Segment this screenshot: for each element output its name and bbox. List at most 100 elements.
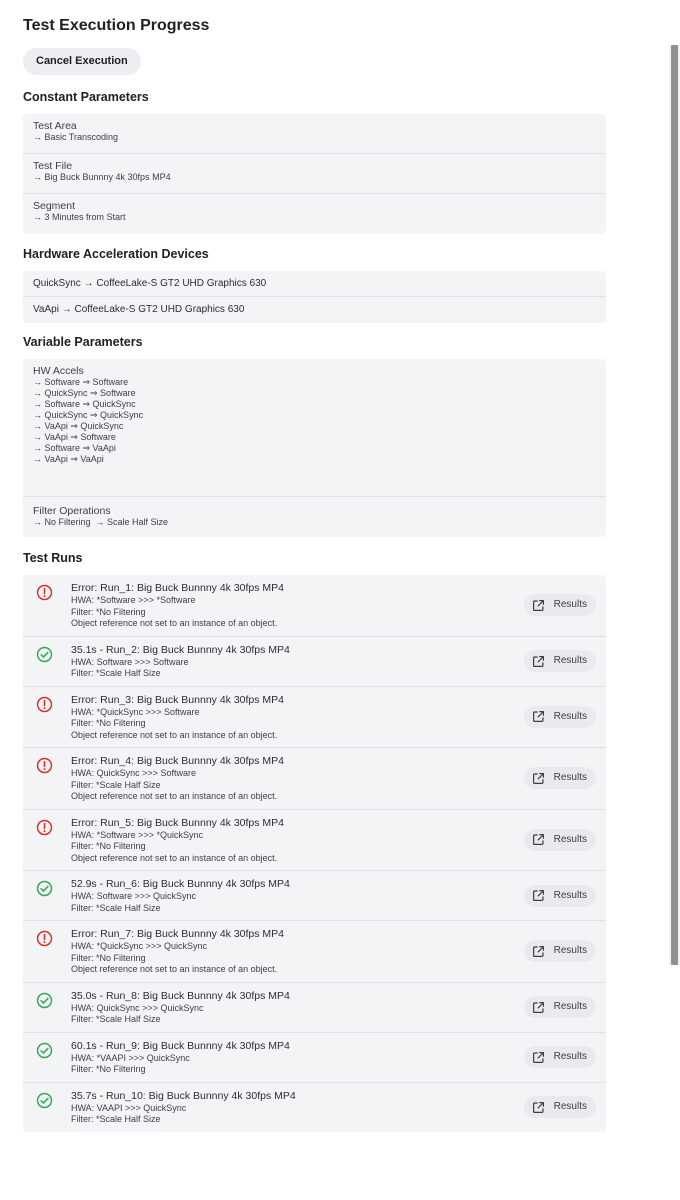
test-run-row: Error: Run_5: Big Buck Bunnny 4k 30fps M…: [23, 810, 606, 871]
cancel-execution-button[interactable]: Cancel Execution: [23, 48, 141, 75]
results-button-label: Results: [553, 889, 587, 901]
param-key: HW Accels: [33, 365, 84, 377]
results-button-label: Results: [553, 655, 587, 666]
results-button[interactable]: Results: [523, 828, 596, 851]
variable-parameters-card: HW Accels → Software ⇒ Software → QuickS…: [23, 359, 606, 537]
results-button[interactable]: Results: [523, 996, 596, 1018]
hw-accel-item: → Software ⇒ QuickSync: [33, 399, 136, 409]
test-execution-page: Test Execution Progress Cancel Execution…: [23, 0, 606, 1132]
run-title: Error: Run_3: Big Buck Bunnny 4k 30fps M…: [71, 693, 285, 706]
param-key: Test Area: [33, 120, 77, 132]
results-button[interactable]: Results: [523, 940, 596, 963]
error-icon: [36, 696, 53, 712]
param-hw-accels: HW Accels → Software ⇒ Software → QuickS…: [23, 359, 606, 497]
param-value: → Basic Transcoding: [33, 132, 119, 142]
open-external-icon: [532, 711, 544, 723]
success-check-icon: [36, 646, 53, 662]
test-run-row: 35.0s - Run_8: Big Buck Bunnny 4k 30fps …: [23, 983, 606, 1033]
open-external-icon: [532, 1051, 544, 1063]
run-title: Error: Run_4: Big Buck Bunnny 4k 30fps M…: [71, 755, 285, 767]
results-button-label: Results: [553, 772, 587, 784]
error-icon: [36, 584, 53, 601]
error-icon: [36, 819, 53, 835]
param-value: → Big Buck Bunnny 4k 30fps MP4: [33, 172, 171, 182]
run-filter: Filter: *Scale Half Size: [71, 902, 161, 913]
results-button[interactable]: Results: [523, 767, 596, 790]
run-filter: Filter: *Scale Half Size: [71, 1014, 161, 1024]
results-button-label: Results: [553, 945, 587, 957]
test-run-row: 35.7s - Run_10: Big Buck Bunnny 4k 30fps…: [23, 1083, 606, 1132]
param-test-file: Test File → Big Buck Bunnny 4k 30fps MP4: [23, 154, 606, 194]
hw-accel-item: → VaApi ⇒ QuickSync: [33, 421, 124, 431]
run-filter: Filter: *Scale Half Size: [71, 668, 161, 678]
hw-accel-item: → VaApi ⇒ Software: [33, 432, 116, 442]
open-external-icon: [532, 1001, 544, 1013]
test-run-row: Error: Run_3: Big Buck Bunnny 4k 30fps M…: [23, 687, 606, 748]
run-title: Error: Run_1: Big Buck Bunnny 4k 30fps M…: [71, 582, 285, 594]
constant-parameters-card: Test Area → Basic Transcoding Test File …: [23, 114, 606, 234]
scrollbar-thumb[interactable]: [671, 45, 678, 965]
device-vaapi: VaApi → CoffeeLake-S GT2 UHD Graphics 63…: [33, 304, 245, 315]
test-run-row: Error: Run_4: Big Buck Bunnny 4k 30fps M…: [23, 748, 606, 810]
hardware-devices-card: QuickSync → CoffeeLake-S GT2 UHD Graphic…: [23, 271, 606, 323]
results-button-label: Results: [553, 710, 587, 722]
results-button-label: Results: [553, 1001, 587, 1012]
results-button[interactable]: Results: [523, 705, 596, 728]
run-title: Error: Run_5: Big Buck Bunnny 4k 30fps M…: [71, 816, 285, 829]
test-run-row: 35.1s - Run_2: Big Buck Bunnny 4k 30fps …: [23, 637, 606, 687]
param-key: Filter Operations: [33, 505, 111, 517]
open-external-icon: [532, 1101, 544, 1113]
open-external-icon: [532, 890, 544, 901]
test-runs-list: Error: Run_1: Big Buck Bunnny 4k 30fps M…: [23, 575, 606, 1132]
results-button[interactable]: Results: [523, 1046, 596, 1068]
open-external-icon: [532, 772, 544, 784]
test-run-row: Error: Run_7: Big Buck Bunnny 4k 30fps M…: [23, 921, 606, 983]
hw-accel-item: → Software ⇒ Software: [33, 377, 129, 387]
success-check-icon: [36, 992, 53, 1008]
results-button[interactable]: Results: [523, 1096, 596, 1118]
hw-accel-item: → QuickSync ⇒ Software: [33, 388, 136, 398]
open-external-icon: [532, 945, 544, 957]
results-button-label: Results: [553, 833, 587, 845]
open-external-icon: [532, 599, 544, 611]
run-error-message: Object reference not set to an instance …: [71, 729, 278, 740]
param-value: → 3 Minutes from Start: [33, 212, 126, 222]
test-run-row: 60.1s - Run_9: Big Buck Bunnny 4k 30fps …: [23, 1033, 606, 1083]
error-icon: [36, 930, 53, 947]
param-key: Test File: [33, 160, 73, 172]
param-filter-operations: Filter Operations → No Filtering → Scale…: [23, 497, 606, 537]
success-check-icon: [36, 880, 53, 897]
hardware-devices-heading: Hardware Acceleration Devices: [23, 247, 209, 261]
param-value: → No Filtering → Scale Half Size: [33, 517, 169, 527]
test-runs-heading: Test Runs: [23, 551, 83, 565]
hw-accel-item: → VaApi ⇒ VaApi: [33, 454, 104, 464]
hw-accel-item: → Software ⇒ VaApi: [33, 443, 116, 453]
results-button-label: Results: [553, 599, 587, 611]
results-button[interactable]: Results: [523, 594, 596, 617]
open-external-icon: [532, 655, 544, 667]
run-filter: Filter: *No Filtering: [71, 1064, 146, 1074]
results-button[interactable]: Results: [523, 884, 596, 907]
run-error-message: Object reference not set to an instance …: [71, 791, 278, 801]
results-button-label: Results: [553, 1051, 587, 1062]
open-external-icon: [532, 834, 544, 846]
run-error-message: Object reference not set to an instance …: [71, 852, 278, 863]
test-run-row: Error: Run_1: Big Buck Bunnny 4k 30fps M…: [23, 575, 606, 637]
param-segment: Segment → 3 Minutes from Start: [23, 194, 606, 234]
run-error-message: Object reference not set to an instance …: [71, 964, 278, 974]
success-check-icon: [36, 1092, 53, 1108]
error-icon: [36, 757, 53, 774]
scrollbar[interactable]: [669, 45, 680, 965]
run-title: Error: Run_7: Big Buck Bunnny 4k 30fps M…: [71, 928, 285, 940]
test-run-row: 52.9s - Run_6: Big Buck Bunnny 4k 30fps …: [23, 871, 606, 921]
page-title: Test Execution Progress: [23, 17, 210, 34]
run-error-message: Object reference not set to an instance …: [71, 618, 278, 628]
success-check-icon: [36, 1042, 53, 1058]
variable-parameters-heading: Variable Parameters: [23, 335, 143, 349]
results-button[interactable]: Results: [523, 650, 596, 672]
param-test-area: Test Area → Basic Transcoding: [23, 114, 606, 154]
hw-accel-item: → QuickSync ⇒ QuickSync: [33, 410, 144, 420]
param-key: Segment: [33, 200, 76, 212]
results-button-label: Results: [553, 1101, 587, 1112]
run-filter: Filter: *Scale Half Size: [71, 1114, 161, 1124]
